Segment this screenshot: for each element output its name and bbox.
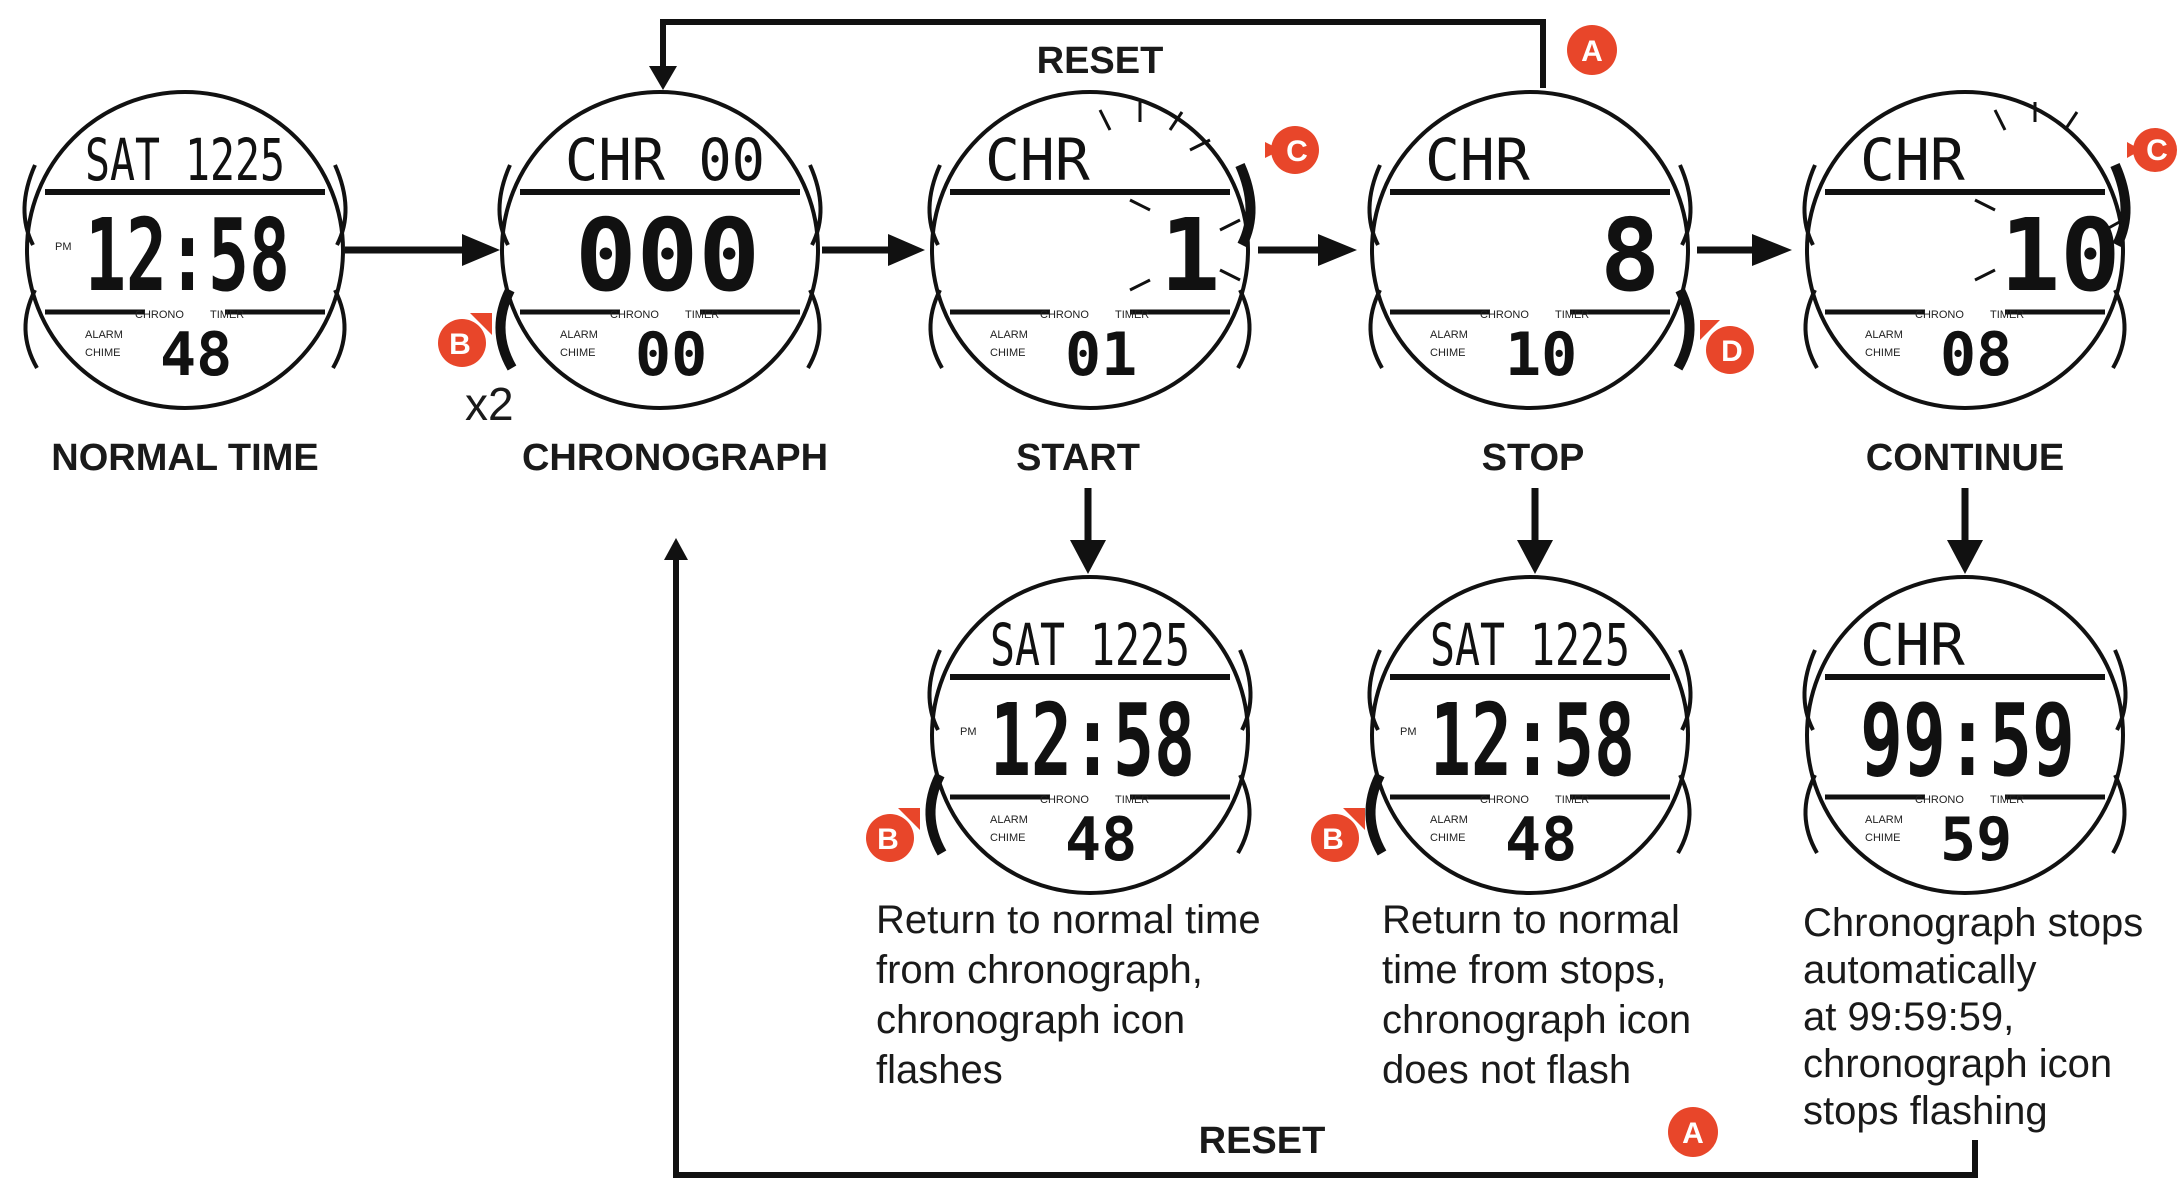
svg-text:B: B — [877, 823, 899, 856]
desc-cont-line-3: at 99:59:59, — [1803, 995, 2014, 1039]
stop-return-top-display: SAT 1225 — [1430, 611, 1630, 679]
badge-c-continue: C — [2127, 128, 2177, 172]
start-top-display: CHR — [985, 126, 1090, 194]
watch-start-return: SAT 1225 12:58 PM CHRONO TIMER ALARM CHI… — [925, 575, 1253, 895]
start-return-top-display: SAT 1225 — [990, 611, 1190, 679]
stop-main-display: 8 — [1600, 197, 1660, 314]
svg-text:A: A — [1581, 35, 1603, 68]
badge-a-bottom: A — [1668, 1107, 1718, 1157]
label-normal-time: NORMAL TIME — [51, 437, 318, 479]
desc-stop-line-4: does not flash — [1382, 1048, 1631, 1092]
start-main-display: 1 — [1160, 197, 1220, 314]
normal-alarm-label: ALARM — [85, 329, 123, 341]
svg-text:B: B — [449, 328, 471, 361]
normal-sub-display: 48 — [160, 320, 232, 390]
badge-d-stop: D — [1700, 320, 1754, 374]
chronograph-flow-diagram: NORMAL TIME CHRONOGRAPH START STOP CONTI… — [0, 0, 2179, 1183]
label-start: START — [1016, 437, 1140, 479]
svg-text:C: C — [2146, 134, 2168, 167]
normal-chime-label: CHIME — [85, 347, 120, 359]
label-reset-bottom: RESET — [1199, 1120, 1326, 1162]
stop-return-alarm-label: ALARM — [1430, 814, 1468, 826]
cont-end-main-display: 99:59 — [1860, 682, 2075, 799]
svg-text:B: B — [1322, 823, 1344, 856]
cont-end-alarm-label: ALARM — [1865, 814, 1903, 826]
cont-end-chime-label: CHIME — [1865, 832, 1900, 844]
cont-chime-label: CHIME — [1865, 347, 1900, 359]
start-return-sub-display: 48 — [1065, 805, 1137, 875]
start-sub-display: 01 — [1065, 320, 1137, 390]
watch-continue: CHR 10 CHRONO TIMER ALARM CHIME 08 — [1802, 90, 2131, 410]
badge-b-chrono: B — [438, 313, 492, 367]
chrono-alarm-label: ALARM — [560, 329, 598, 341]
cont-top-display: CHR — [1860, 126, 1965, 194]
start-return-alarm-label: ALARM — [990, 814, 1028, 826]
stop-alarm-label: ALARM — [1430, 329, 1468, 341]
start-chime-label: CHIME — [990, 347, 1025, 359]
chrono-top-display: CHR 00 — [565, 126, 765, 194]
cont-end-sub-display: 59 — [1940, 805, 2012, 875]
start-return-main-display: 12:58 — [990, 682, 1195, 799]
svg-text:D: D — [1721, 335, 1743, 368]
desc-stop-line-3: chronograph icon — [1382, 998, 1691, 1042]
cont-sub-display: 08 — [1940, 320, 2012, 390]
chrono-chime-label: CHIME — [560, 347, 595, 359]
normal-top-display: SAT 1225 — [85, 126, 285, 194]
svg-text:C: C — [1286, 135, 1308, 168]
desc-continue: Chronograph stops automatically at 99:59… — [1803, 901, 2143, 1133]
desc-start-line-3: chronograph icon — [876, 998, 1185, 1042]
watch-stop-return: SAT 1225 12:58 PM CHRONO TIMER ALARM CHI… — [1365, 575, 1693, 895]
stop-return-sub-display: 48 — [1505, 805, 1577, 875]
desc-stop: Return to normal time from stops, chrono… — [1382, 898, 1691, 1092]
badge-c-start: C — [1265, 126, 1319, 174]
stop-chime-label: CHIME — [1430, 347, 1465, 359]
chrono-main-display: 000 — [575, 197, 760, 314]
label-continue: CONTINUE — [1866, 437, 2064, 479]
chrono-sub-display: 00 — [635, 320, 707, 390]
label-chronograph: CHRONOGRAPH — [522, 437, 828, 479]
desc-start-line-1: Return to normal time — [876, 898, 1261, 942]
desc-start-line-2: from chronograph, — [876, 948, 1203, 992]
stop-return-chime-label: CHIME — [1430, 832, 1465, 844]
badge-b-start-return: B — [866, 808, 920, 862]
badge-b-stop-return: B — [1311, 808, 1365, 862]
desc-stop-line-1: Return to normal — [1382, 898, 1680, 942]
stop-sub-display: 10 — [1505, 320, 1577, 390]
desc-start-line-4: flashes — [876, 1048, 1003, 1092]
cont-main-display: 10 — [2000, 197, 2120, 314]
watch-chronograph: CHR 00 000 CHRONO TIMER ALARM CHIME 00 — [495, 90, 823, 410]
cont-alarm-label: ALARM — [1865, 329, 1903, 341]
desc-cont-line-1: Chronograph stops — [1803, 901, 2143, 945]
stop-top-display: CHR — [1425, 126, 1530, 194]
start-alarm-label: ALARM — [990, 329, 1028, 341]
label-stop: STOP — [1482, 437, 1585, 479]
cont-end-top-display: CHR — [1860, 611, 1965, 679]
desc-cont-line-4: chronograph icon — [1803, 1042, 2112, 1086]
press-count: x2 — [465, 378, 514, 430]
normal-main-display: 12:58 — [85, 197, 290, 314]
desc-start: Return to normal time from chronograph, … — [876, 898, 1261, 1092]
start-return-chime-label: CHIME — [990, 832, 1025, 844]
watch-start: CHR 1 CHRONO TIMER ALARM CHIME 01 — [927, 90, 1256, 410]
watch-continue-end: CHR 99:59 CHRONO TIMER ALARM CHIME 59 — [1802, 575, 2128, 895]
desc-cont-line-2: automatically — [1803, 948, 2036, 992]
normal-pm: PM — [55, 241, 72, 253]
start-return-pm: PM — [960, 726, 977, 738]
watch-normal-time: SAT 1225 12:58 PM CHRONO TIMER ALARM CHI… — [22, 90, 348, 410]
label-reset-top: RESET — [1037, 40, 1164, 82]
badge-a-top: A — [1567, 25, 1617, 75]
stop-return-pm: PM — [1400, 726, 1417, 738]
svg-text:A: A — [1682, 1117, 1704, 1150]
desc-stop-line-2: time from stops, — [1382, 948, 1667, 992]
desc-cont-line-5: stops flashing — [1803, 1089, 2048, 1133]
watch-stop: CHR 8 CHRONO TIMER ALARM CHIME 10 — [1367, 90, 1695, 410]
stop-return-main-display: 12:58 — [1430, 682, 1635, 799]
